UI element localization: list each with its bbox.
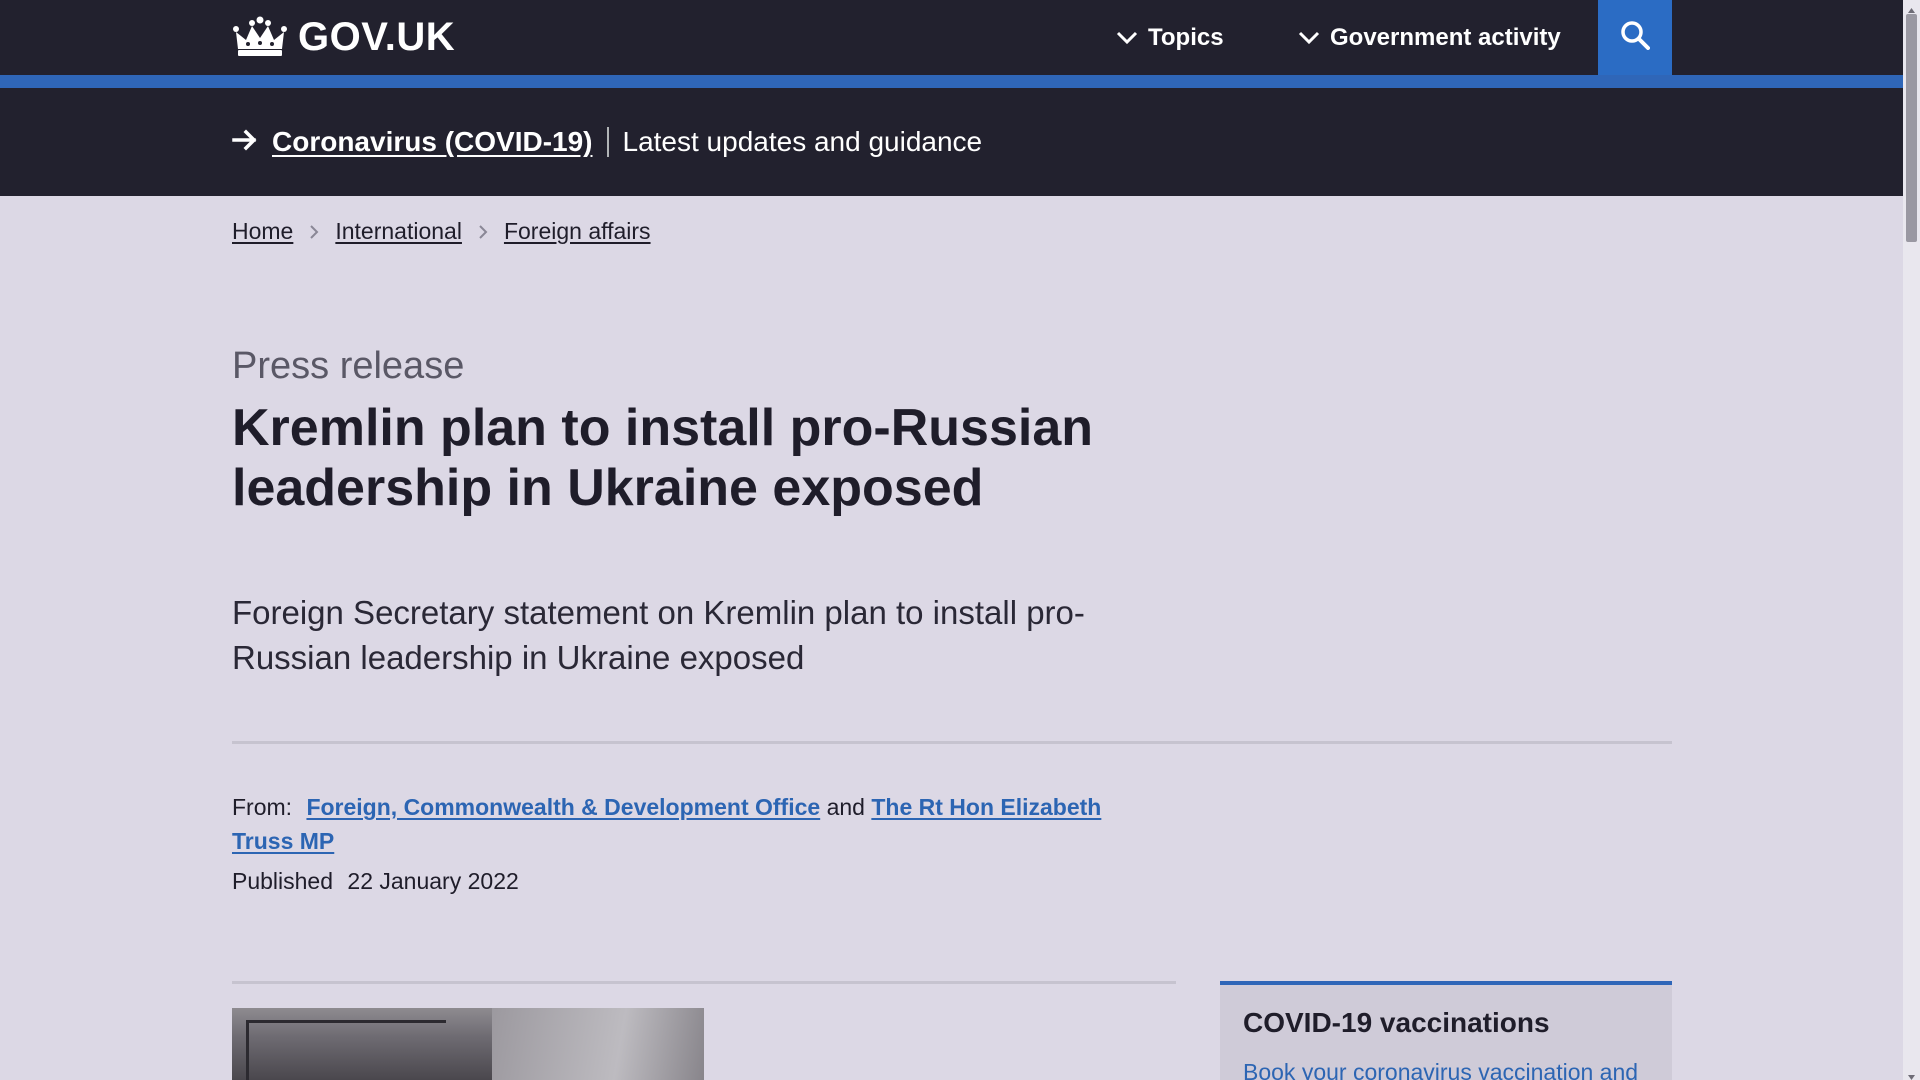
org-link-fcdo[interactable]: Foreign, Commonwealth & Development Offi… — [306, 794, 820, 820]
covid-banner: Coronavirus (COVID-19) Latest updates an… — [0, 88, 1903, 196]
published-label: Published — [232, 868, 334, 894]
covid-vaccinations-box: COVID-19 vaccinations Book your coronavi… — [1220, 981, 1672, 1080]
breadcrumb-home[interactable]: Home — [232, 218, 293, 245]
content-divider — [232, 981, 1176, 984]
search-icon — [1620, 20, 1650, 55]
govuk-logo-link[interactable]: GOV.UK — [232, 14, 455, 60]
page-scrollbar[interactable] — [1903, 0, 1920, 1080]
page-title: Kremlin plan to install pro-Russian lead… — [232, 399, 1093, 517]
covid-banner-inner: Coronavirus (COVID-19) Latest updates an… — [232, 88, 982, 196]
banner-divider — [606, 127, 609, 157]
covid-description: Latest updates and guidance — [622, 126, 983, 157]
nav-topics[interactable]: Topics — [1116, 18, 1224, 58]
nav-government-activity-label: Government activity — [1330, 24, 1561, 51]
nav-government-activity[interactable]: Government activity — [1298, 18, 1561, 58]
from-label: From: — [232, 794, 293, 820]
lead-paragraph: Foreign Secretary statement on Kremlin p… — [232, 594, 1085, 676]
crown-icon — [232, 16, 288, 58]
chevron-down-icon — [1116, 24, 1138, 52]
chevron-down-icon — [1298, 24, 1320, 52]
chevron-right-icon — [478, 224, 488, 240]
search-button[interactable] — [1598, 0, 1672, 75]
nav-topics-label: Topics — [1148, 24, 1224, 51]
breadcrumb-international[interactable]: International — [335, 218, 462, 245]
scroll-thumb[interactable] — [1906, 14, 1917, 242]
image-frame-shape — [246, 1020, 446, 1080]
site-header: GOV.UK Topics Government activity — [0, 0, 1903, 75]
from-joiner: and — [826, 794, 865, 820]
chevron-right-icon — [309, 224, 319, 240]
section-divider — [232, 741, 1672, 744]
scroll-down-icon[interactable] — [1907, 1069, 1916, 1080]
image-highlight-shape — [492, 1008, 704, 1080]
sidebar-link[interactable]: Book your coronavirus vaccination and — [1243, 1059, 1649, 1080]
arrow-right-icon — [232, 129, 258, 156]
covid-link[interactable]: Coronavirus (COVID-19) — [272, 126, 593, 158]
metadata-from: From: Foreign, Commonwealth & Developmen… — [232, 790, 1162, 858]
sidebar-title: COVID-19 vaccinations — [1243, 1007, 1550, 1038]
header-accent-bar — [0, 75, 1903, 88]
published-date: 22 January 2022 — [347, 868, 519, 894]
logo-text: GOV.UK — [298, 14, 456, 59]
metadata-published: Published 22 January 2022 — [232, 868, 519, 895]
breadcrumb-foreign-affairs[interactable]: Foreign affairs — [504, 218, 651, 245]
scroll-up-icon[interactable] — [1907, 2, 1916, 13]
article-image — [232, 1008, 704, 1080]
page-caption: Press release — [232, 345, 465, 387]
breadcrumb: Home International Foreign affairs — [232, 218, 651, 245]
header-container: GOV.UK Topics Government activity — [232, 0, 1672, 75]
